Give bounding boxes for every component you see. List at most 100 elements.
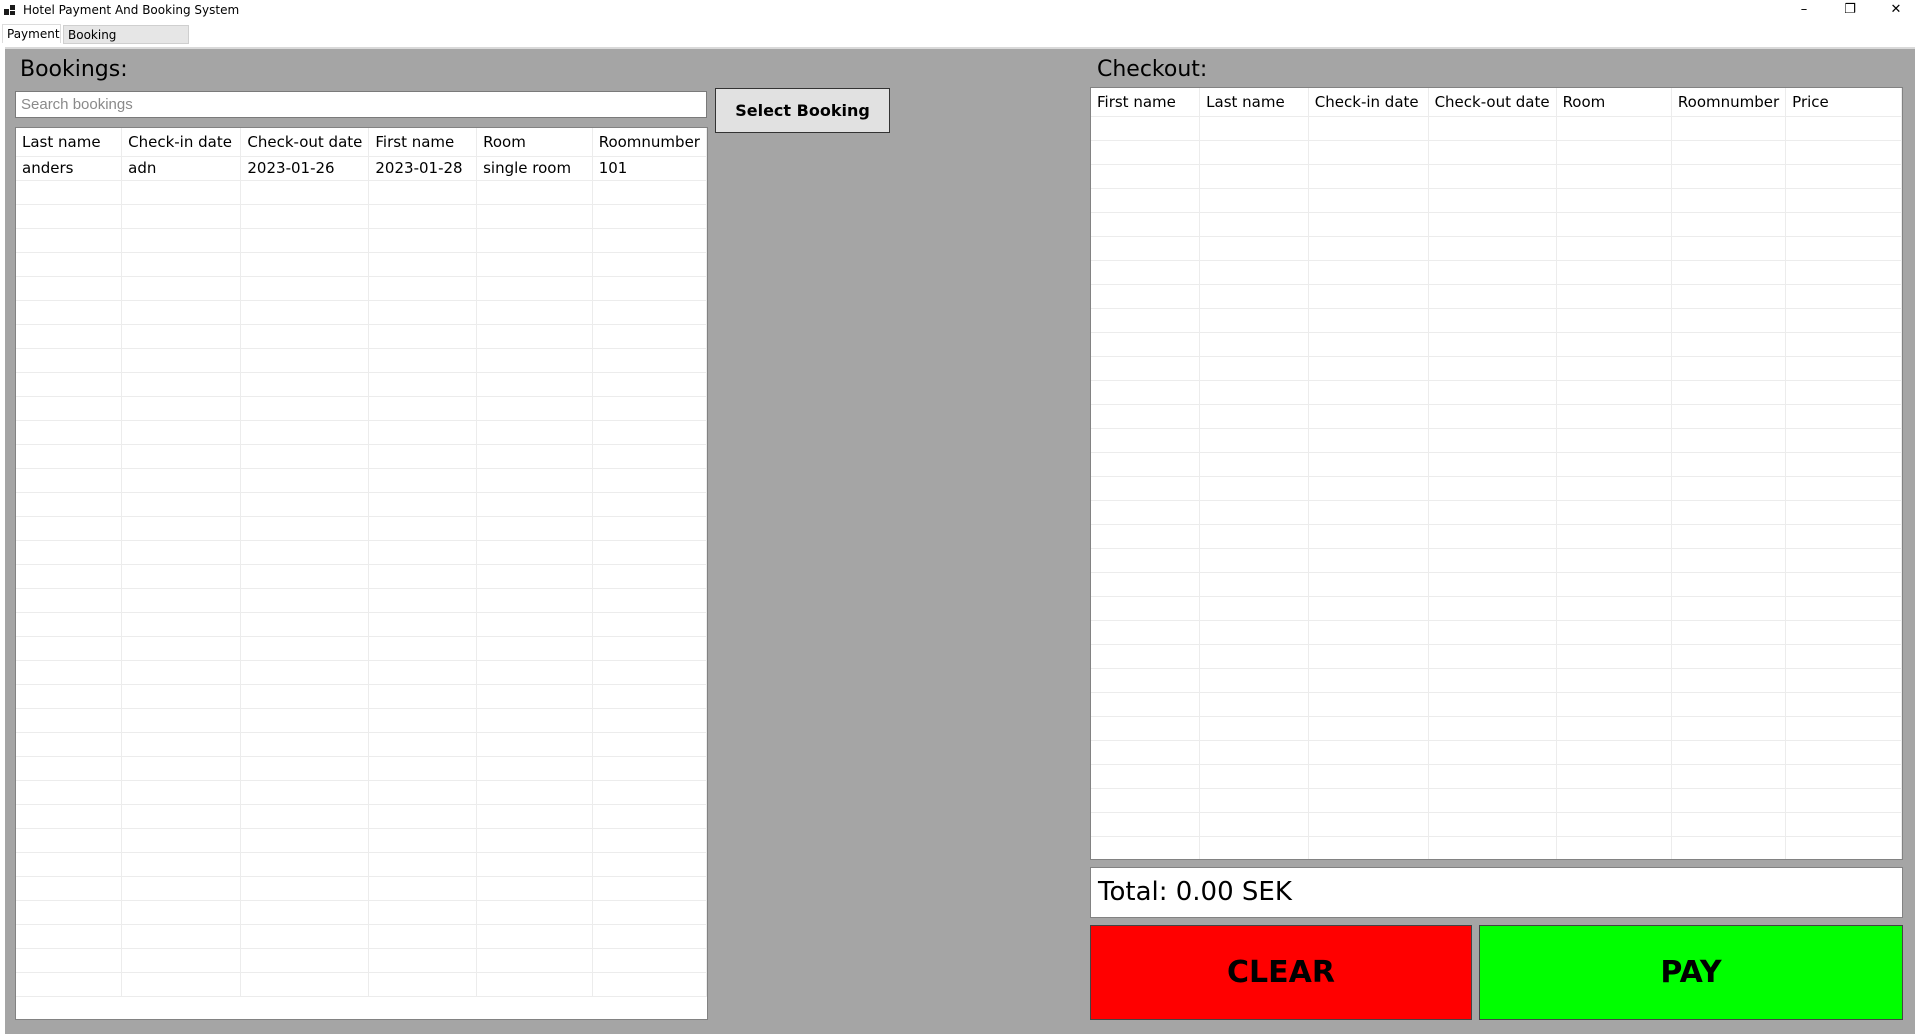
column-header[interactable]: Check-out date <box>240 128 370 157</box>
empty-cell <box>1199 332 1309 357</box>
tab-booking-management[interactable]: Booking Management <box>63 25 189 61</box>
empty-cell <box>1556 500 1672 525</box>
empty-cell <box>1308 284 1429 309</box>
empty-cell <box>592 300 707 325</box>
empty-row <box>16 420 707 445</box>
empty-cell <box>1556 140 1672 165</box>
column-header[interactable]: First name <box>368 128 478 157</box>
empty-cell <box>1428 380 1557 405</box>
empty-cell <box>1671 476 1787 501</box>
column-header[interactable]: Check-out date <box>1428 88 1557 117</box>
empty-cell <box>1308 764 1429 789</box>
empty-cell <box>592 828 707 853</box>
empty-cell <box>1308 260 1429 285</box>
empty-cell <box>16 732 123 757</box>
empty-cell <box>592 540 707 565</box>
maximize-button[interactable]: ❐ <box>1827 0 1873 22</box>
empty-cell <box>1671 380 1787 405</box>
column-header[interactable]: Room <box>1556 88 1672 117</box>
empty-cell <box>476 276 593 301</box>
empty-cell <box>1785 380 1902 405</box>
empty-cell <box>1199 788 1309 813</box>
column-header[interactable]: Price <box>1785 88 1902 117</box>
bookings-heading: Bookings: <box>20 57 128 82</box>
empty-cell <box>16 276 123 301</box>
empty-cell <box>240 468 370 493</box>
empty-cell <box>1199 188 1309 213</box>
empty-cell <box>121 708 242 733</box>
empty-cell <box>1671 620 1787 645</box>
empty-cell <box>476 972 593 997</box>
pay-button[interactable]: PAY <box>1479 925 1903 1020</box>
empty-cell <box>1556 764 1672 789</box>
empty-cell <box>1199 164 1309 189</box>
empty-cell <box>1308 308 1429 333</box>
column-header[interactable]: Check-in date <box>121 128 242 157</box>
column-header[interactable]: First name <box>1091 88 1201 117</box>
empty-cell <box>121 492 242 517</box>
empty-cell <box>476 588 593 613</box>
empty-cell <box>476 780 593 805</box>
empty-cell <box>121 420 242 445</box>
empty-cell <box>476 444 593 469</box>
empty-cell <box>1428 668 1557 693</box>
empty-cell <box>1785 524 1902 549</box>
empty-cell <box>1785 284 1902 309</box>
empty-cell <box>592 756 707 781</box>
empty-row <box>16 660 707 685</box>
empty-cell <box>368 732 478 757</box>
empty-cell <box>476 252 593 277</box>
empty-cell <box>240 348 370 373</box>
empty-cell <box>1785 308 1902 333</box>
cell-check-in: adn <box>121 156 242 181</box>
empty-cell <box>476 924 593 949</box>
empty-cell <box>1785 452 1902 477</box>
empty-cell <box>1428 548 1557 573</box>
empty-cell <box>1308 140 1429 165</box>
empty-cell <box>1091 788 1201 813</box>
checkout-grid[interactable]: First name Last name Check-in date Check… <box>1090 87 1903 860</box>
empty-row <box>16 564 707 589</box>
empty-cell <box>368 636 478 661</box>
search-input[interactable] <box>15 91 707 118</box>
column-header[interactable]: Check-in date <box>1308 88 1429 117</box>
column-header[interactable]: Roomnumber <box>1671 88 1787 117</box>
empty-cell <box>240 780 370 805</box>
clear-button[interactable]: CLEAR <box>1090 925 1472 1020</box>
empty-cell <box>476 180 593 205</box>
empty-cell <box>1308 404 1429 429</box>
minimize-button[interactable]: – <box>1781 0 1827 22</box>
empty-cell <box>368 828 478 853</box>
empty-cell <box>1556 572 1672 597</box>
column-header[interactable]: Last name <box>1199 88 1309 117</box>
empty-cell <box>1091 596 1201 621</box>
empty-cell <box>1671 164 1787 189</box>
empty-cell <box>592 660 707 685</box>
empty-cell <box>1785 140 1902 165</box>
column-header[interactable]: Room <box>476 128 593 157</box>
close-button[interactable]: ✕ <box>1873 0 1919 22</box>
column-header[interactable]: Last name <box>16 128 123 157</box>
empty-cell <box>1199 716 1309 741</box>
empty-cell <box>16 540 123 565</box>
empty-cell <box>592 252 707 277</box>
empty-cell <box>1199 596 1309 621</box>
empty-cell <box>121 780 242 805</box>
empty-cell <box>1428 140 1557 165</box>
column-header[interactable]: Roomnumber <box>592 128 707 157</box>
select-booking-button[interactable]: Select Booking <box>715 88 890 133</box>
table-row[interactable]: anders adn 2023-01-26 2023-01-28 single … <box>16 156 707 181</box>
empty-cell <box>1556 188 1672 213</box>
empty-cell <box>592 516 707 541</box>
empty-cell <box>1785 548 1902 573</box>
empty-cell <box>1785 644 1902 669</box>
bookings-grid[interactable]: Last name Check-in date Check-out date F… <box>15 127 708 1020</box>
checkout-header-row: First name Last name Check-in date Check… <box>1091 88 1902 117</box>
empty-cell <box>476 756 593 781</box>
tab-payment[interactable]: Payment <box>2 24 61 43</box>
empty-row <box>16 588 707 613</box>
empty-cell <box>1556 236 1672 261</box>
empty-row <box>16 348 707 373</box>
cell-room: single room <box>476 156 593 181</box>
empty-row <box>16 180 707 205</box>
